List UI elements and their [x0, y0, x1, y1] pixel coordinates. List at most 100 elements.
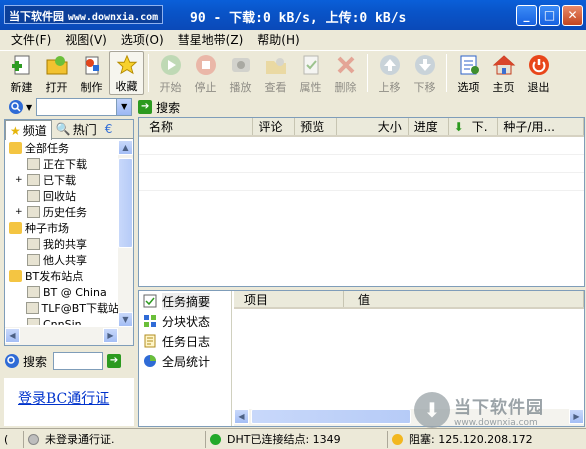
detail-block-status[interactable]: 分块状态 — [139, 311, 231, 331]
options-button[interactable]: 选项 — [451, 51, 486, 95]
search-engine-icon[interactable] — [8, 99, 24, 115]
left-search-go-icon[interactable]: ➔ — [107, 354, 122, 368]
column-preview[interactable]: 预览 — [295, 118, 338, 135]
menu-file[interactable]: 文件(F) — [4, 31, 58, 48]
exit-button[interactable]: 退出 — [521, 51, 556, 95]
chevron-down-icon[interactable]: ▼ — [26, 103, 32, 112]
tree-item[interactable]: 回收站 — [5, 188, 119, 204]
new-button[interactable]: 新建 — [4, 51, 39, 95]
stop-button[interactable]: 停止 — [188, 51, 223, 95]
left-search-input[interactable] — [53, 352, 104, 370]
stop-label: 停止 — [194, 81, 217, 94]
menu-options[interactable]: 选项(O) — [114, 31, 171, 48]
scroll-thumb[interactable] — [251, 409, 411, 424]
tab-channels-label: 频道 — [22, 124, 47, 138]
column-download-speed[interactable]: ⬇ 下. — [449, 118, 499, 135]
dropdown-arrow-icon[interactable]: ▼ — [116, 99, 132, 115]
properties-button[interactable]: 属性 — [293, 51, 328, 95]
detail-task-summary[interactable]: 任务摘要 — [139, 291, 231, 311]
tree-horizontal-scrollbar[interactable]: ◀ ▶ — [5, 327, 133, 345]
scroll-left-icon[interactable]: ◀ — [5, 328, 20, 343]
left-search-bar: 搜索 ➔ — [4, 349, 134, 373]
channel-panel: ★ 频道 🔍 热门 € 全部任务正在下载 + 已下载 回收站 + 历史任务 种子市场我的共享… — [4, 119, 134, 346]
tree-item-label: 我的共享 — [43, 238, 87, 251]
delete-button[interactable]: 删除 — [328, 51, 363, 95]
tree-item[interactable]: BT发布站点 — [5, 268, 119, 284]
menu-comet-zone[interactable]: 彗星地带(Z) — [171, 31, 251, 48]
watermark-text: 当下软件园 www.downxia.com — [454, 393, 544, 428]
start-button[interactable]: 开始 — [153, 51, 188, 95]
column-value[interactable]: 值 — [344, 291, 584, 307]
view-button[interactable]: 查看 — [258, 51, 293, 95]
menu-view[interactable]: 视图(V) — [58, 31, 114, 48]
scroll-left-icon[interactable]: ◀ — [234, 409, 249, 424]
log-icon — [144, 334, 156, 348]
favorite-label: 收藏 — [115, 80, 138, 93]
tree-item-label: 全部任务 — [25, 142, 69, 155]
scroll-thumb[interactable] — [118, 158, 133, 248]
logo-text: 当下软件园 — [9, 10, 64, 23]
stop-icon — [195, 55, 216, 75]
tab-hot[interactable]: 🔍 热门 — [52, 120, 101, 138]
stats-icon — [144, 355, 156, 367]
column-item[interactable]: 项目 — [234, 291, 344, 307]
tree-item-label: 正在下载 — [43, 158, 87, 171]
move-down-button[interactable]: 下移 — [407, 51, 442, 95]
column-name[interactable]: 名称 — [139, 118, 254, 135]
minimize-button[interactable]: _ — [516, 5, 537, 26]
home-button[interactable]: 主页 — [486, 51, 521, 95]
status-blocked-text: 阻塞: 125.120.208.172 — [409, 433, 533, 446]
tree-item[interactable]: 种子市场 — [5, 220, 119, 236]
new-icon — [11, 55, 29, 75]
column-seeds-users[interactable]: 种子/用... — [498, 118, 584, 135]
status-blocked: 阻塞: 125.120.208.172 — [388, 431, 573, 448]
toolbar: 新建 打开 制作 收藏 开始 停止 播放 查看 属性 删除 上移 下移 选项 主… — [0, 50, 586, 96]
scroll-up-icon[interactable]: ▲ — [118, 140, 133, 155]
make-button[interactable]: 制作 — [74, 51, 109, 95]
title-bar: 当下软件园 www.downxia.com 90 - 下载:0 kB/s, 上传… — [0, 0, 586, 30]
tree-item[interactable]: 我的共享 — [5, 236, 119, 252]
item-icon — [27, 238, 40, 250]
search-button[interactable]: ➔ 搜索 — [138, 99, 180, 116]
status-dht-text: DHT已连接结点: 1349 — [227, 433, 341, 446]
tree-item[interactable]: + 历史任务 — [5, 204, 119, 220]
exit-icon — [528, 55, 549, 75]
close-button[interactable]: ✕ — [562, 5, 583, 26]
tree-item-label: 已下载 — [43, 174, 76, 187]
move-up-button[interactable]: 上移 — [372, 51, 407, 95]
tree-item[interactable]: TLF@BT下载站 — [5, 300, 119, 316]
expand-icon[interactable]: + — [15, 175, 27, 185]
scroll-right-icon[interactable]: ▶ — [569, 409, 584, 424]
scroll-down-icon[interactable]: ▼ — [118, 312, 133, 327]
detail-task-log[interactable]: 任务日志 — [139, 331, 231, 351]
column-comments[interactable]: 评论 — [253, 118, 296, 135]
tree-item[interactable]: 正在下载 — [5, 156, 119, 172]
search-input[interactable]: ▼ — [36, 98, 133, 116]
play-button[interactable]: 播放 — [223, 51, 258, 95]
tab-more[interactable]: € — [101, 120, 117, 138]
expand-icon[interactable]: + — [15, 207, 27, 217]
menu-help[interactable]: 帮助(H) — [250, 31, 306, 48]
login-status-icon — [28, 433, 39, 445]
tree-item[interactable]: 全部任务 — [5, 140, 119, 156]
left-search-label: 搜索 — [23, 354, 48, 369]
bc-login-link[interactable]: 登录BC通行证 — [18, 388, 109, 408]
favorite-button[interactable]: 收藏 — [109, 51, 144, 95]
tree-item[interactable]: BT @ China — [5, 284, 119, 300]
scroll-right-icon[interactable]: ▶ — [103, 328, 118, 343]
tree-vertical-scrollbar[interactable]: ▲ ▼ — [118, 140, 133, 327]
detail-global-stats-label: 全局统计 — [162, 354, 211, 369]
tree-item[interactable]: + 已下载 — [5, 172, 119, 188]
tab-channels[interactable]: ★ 频道 — [5, 120, 52, 140]
maximize-button[interactable]: □ — [539, 5, 560, 26]
hot-icon: 🔍 — [55, 122, 71, 136]
tree-item[interactable]: CnnSin — [5, 316, 119, 325]
detail-global-stats[interactable]: 全局统计 — [139, 351, 231, 371]
watermark-url: www.downxia.com — [454, 417, 538, 428]
column-progress[interactable]: 进度 — [409, 118, 449, 135]
column-size[interactable]: 大小 — [337, 118, 409, 135]
watermark-cn: 当下软件园 — [454, 397, 544, 418]
tree-item[interactable]: 他人共享 — [5, 252, 119, 268]
dht-status-icon — [210, 433, 221, 445]
open-button[interactable]: 打开 — [39, 51, 74, 95]
